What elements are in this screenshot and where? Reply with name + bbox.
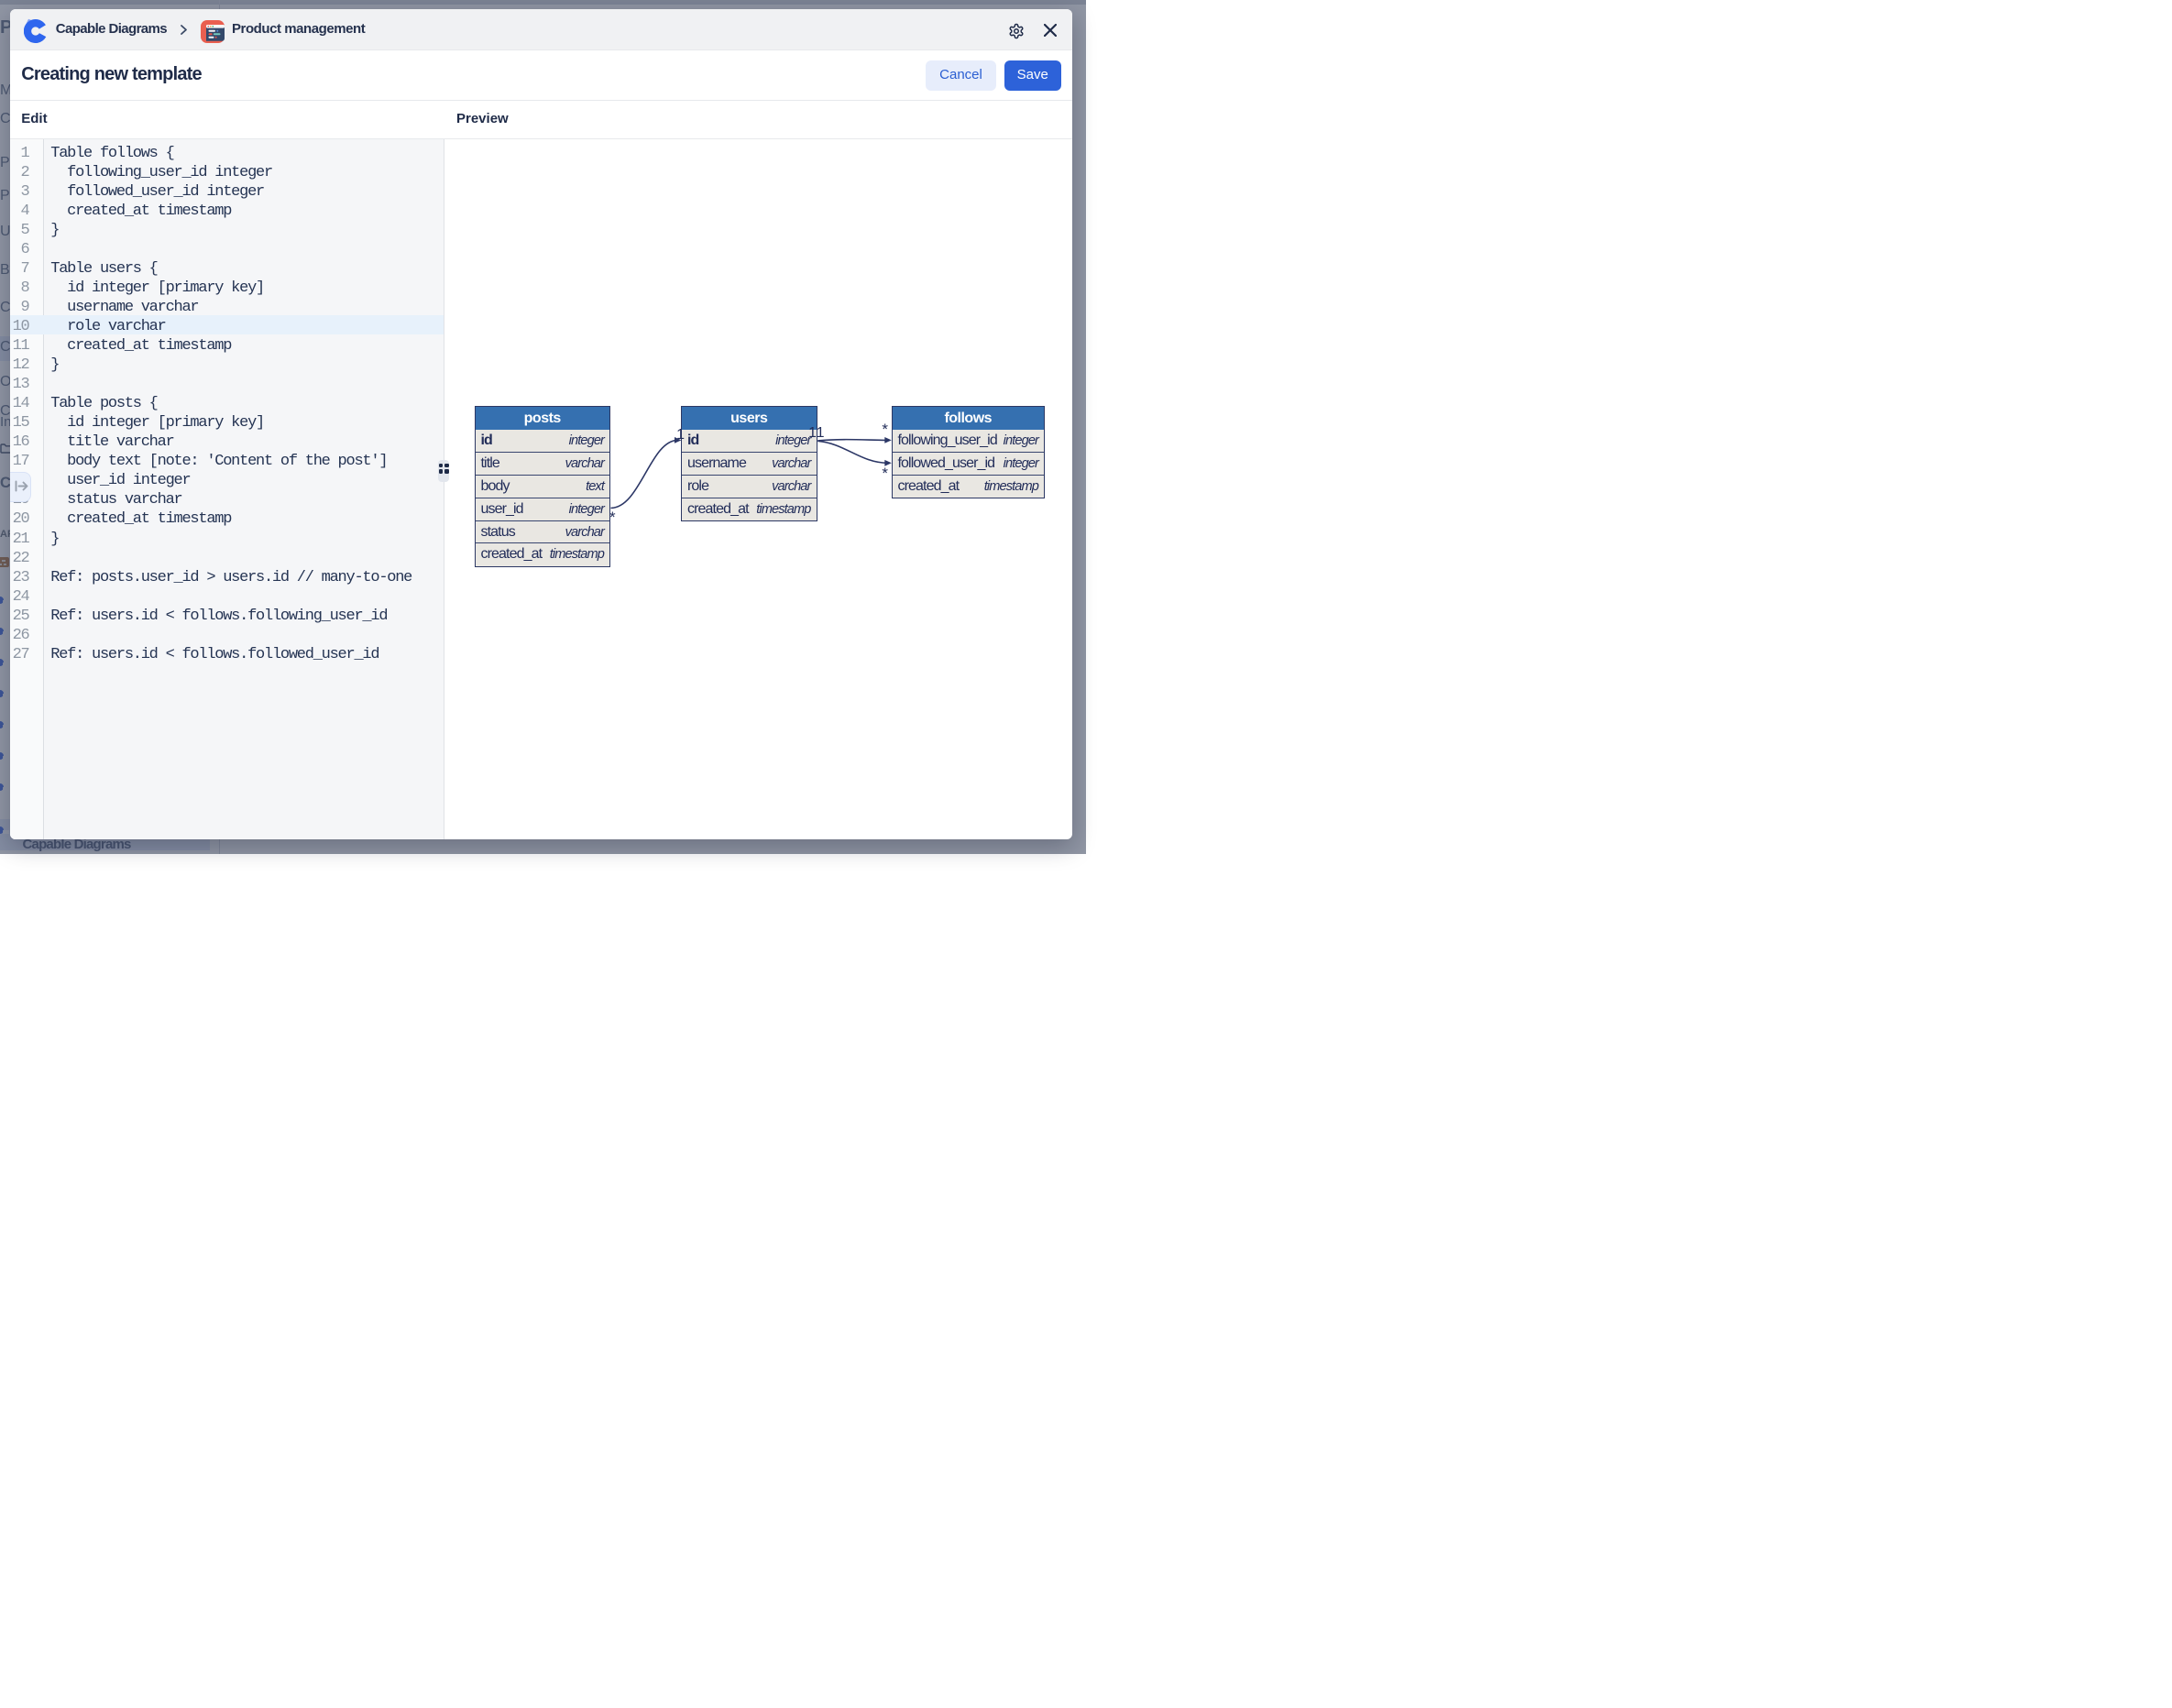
svg-text:*: * xyxy=(882,421,888,438)
svg-text:*: * xyxy=(882,465,888,482)
